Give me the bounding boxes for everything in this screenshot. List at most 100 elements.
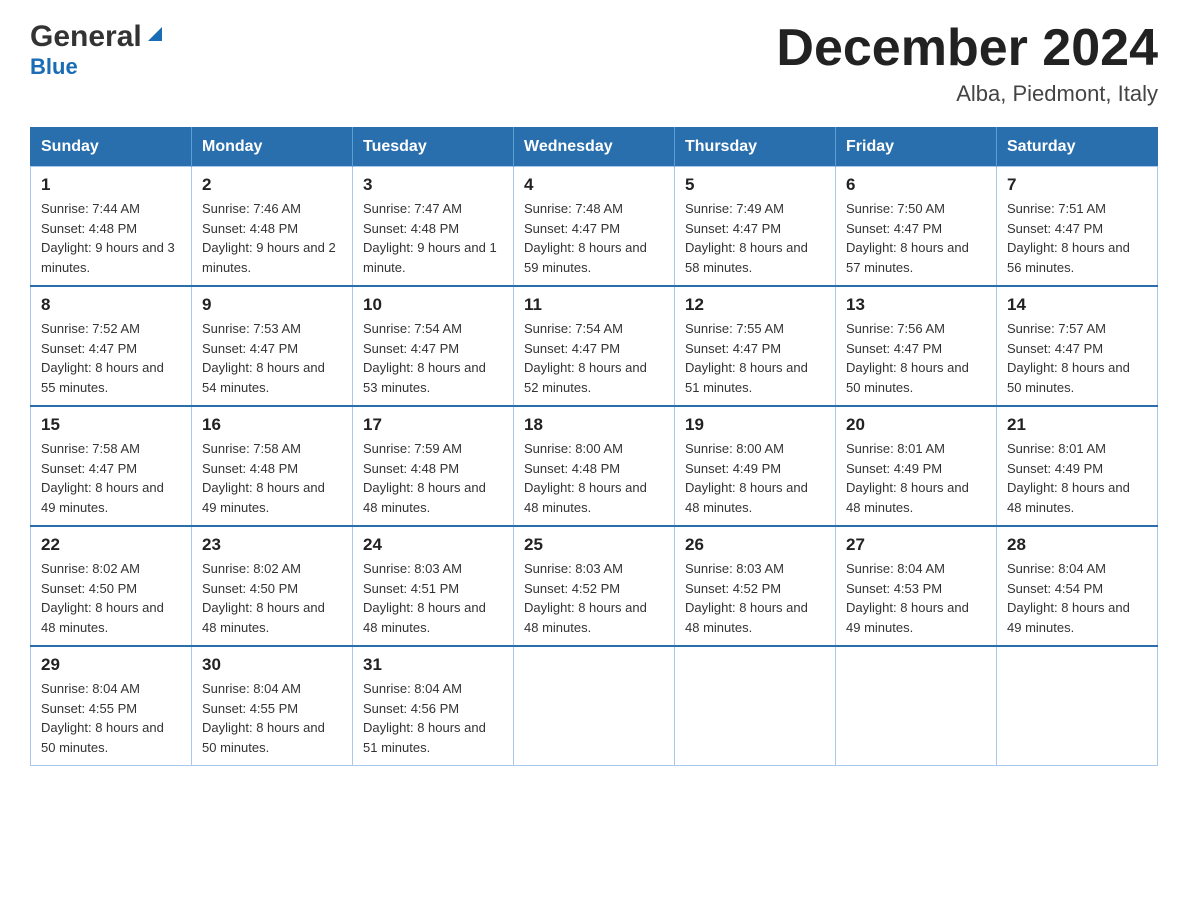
day-number: 28 (1007, 535, 1147, 555)
day-number: 3 (363, 175, 503, 195)
day-info: Sunrise: 7:57 AMSunset: 4:47 PMDaylight:… (1007, 319, 1147, 397)
calendar-day-25: 25 Sunrise: 8:03 AMSunset: 4:52 PMDayligh… (514, 526, 675, 646)
header-day-wednesday: Wednesday (514, 128, 675, 167)
day-number: 6 (846, 175, 986, 195)
calendar-day-31: 31Sunrise: 8:04 AMSunset: 4:56 PMDayligh… (353, 646, 514, 766)
calendar-day-21: 21Sunrise: 8:01 AMSunset: 4:49 PMDayligh… (997, 406, 1158, 526)
calendar-week-2: 8 Sunrise: 7:52 AMSunset: 4:47 PMDaylight… (31, 286, 1158, 406)
logo-blue-text: Blue (30, 54, 78, 80)
empty-day (514, 646, 675, 766)
calendar-day-19: 19Sunrise: 8:00 AMSunset: 4:49 PMDayligh… (675, 406, 836, 526)
empty-day (836, 646, 997, 766)
day-number: 16 (202, 415, 342, 435)
logo-general-text: General (30, 20, 142, 54)
day-number: 2 (202, 175, 342, 195)
day-info: Sunrise: 8:02 AMSunset: 4:50 PMDaylight:… (41, 559, 181, 637)
day-number: 22 (41, 535, 181, 555)
day-info: Sunrise: 7:46 AMSunset: 4:48 PMDaylight:… (202, 199, 342, 277)
day-info: Sunrise: 7:56 AMSunset: 4:47 PMDaylight:… (846, 319, 986, 397)
day-info: Sunrise: 7:49 AMSunset: 4:47 PMDaylight:… (685, 199, 825, 277)
day-number: 7 (1007, 175, 1147, 195)
header-day-sunday: Sunday (31, 128, 192, 167)
day-number: 11 (524, 295, 664, 315)
day-info: Sunrise: 8:04 AMSunset: 4:55 PMDaylight:… (202, 679, 342, 757)
day-number: 8 (41, 295, 181, 315)
calendar-day-22: 22 Sunrise: 8:02 AMSunset: 4:50 PMDayligh… (31, 526, 192, 646)
day-info: Sunrise: 7:44 AMSunset: 4:48 PMDaylight:… (41, 199, 181, 277)
calendar-day-12: 12Sunrise: 7:55 AMSunset: 4:47 PMDayligh… (675, 286, 836, 406)
day-number: 15 (41, 415, 181, 435)
calendar-day-28: 28 Sunrise: 8:04 AMSunset: 4:54 PMDayligh… (997, 526, 1158, 646)
page-header: General Blue December 2024 Alba, Piedmon… (30, 20, 1158, 107)
day-info: Sunrise: 8:01 AMSunset: 4:49 PMDaylight:… (846, 439, 986, 517)
logo-triangle-icon (144, 23, 166, 45)
calendar-body: 1 Sunrise: 7:44 AMSunset: 4:48 PMDaylight… (31, 167, 1158, 766)
calendar-day-5: 5Sunrise: 7:49 AMSunset: 4:47 PMDaylight… (675, 167, 836, 287)
calendar-day-13: 13 Sunrise: 7:56 AMSunset: 4:47 PMDayligh… (836, 286, 997, 406)
month-title: December 2024 (776, 20, 1158, 77)
day-info: Sunrise: 8:04 AMSunset: 4:55 PMDaylight:… (41, 679, 181, 757)
header-day-saturday: Saturday (997, 128, 1158, 167)
header-day-friday: Friday (836, 128, 997, 167)
day-info: Sunrise: 8:03 AMSunset: 4:51 PMDaylight:… (363, 559, 503, 637)
calendar-day-1: 1 Sunrise: 7:44 AMSunset: 4:48 PMDaylight… (31, 167, 192, 287)
calendar-day-15: 15 Sunrise: 7:58 AMSunset: 4:47 PMDayligh… (31, 406, 192, 526)
calendar-day-3: 3 Sunrise: 7:47 AMSunset: 4:48 PMDaylight… (353, 167, 514, 287)
day-number: 17 (363, 415, 503, 435)
location-subtitle: Alba, Piedmont, Italy (776, 81, 1158, 107)
calendar-week-5: 29Sunrise: 8:04 AMSunset: 4:55 PMDayligh… (31, 646, 1158, 766)
calendar-day-11: 11 Sunrise: 7:54 AMSunset: 4:47 PMDayligh… (514, 286, 675, 406)
calendar-day-20: 20 Sunrise: 8:01 AMSunset: 4:49 PMDayligh… (836, 406, 997, 526)
day-number: 25 (524, 535, 664, 555)
day-number: 18 (524, 415, 664, 435)
day-number: 4 (524, 175, 664, 195)
calendar-day-6: 6 Sunrise: 7:50 AMSunset: 4:47 PMDaylight… (836, 167, 997, 287)
header-day-tuesday: Tuesday (353, 128, 514, 167)
calendar-table: SundayMondayTuesdayWednesdayThursdayFrid… (30, 127, 1158, 766)
day-info: Sunrise: 7:50 AMSunset: 4:47 PMDaylight:… (846, 199, 986, 277)
day-info: Sunrise: 8:04 AMSunset: 4:54 PMDaylight:… (1007, 559, 1147, 637)
day-number: 9 (202, 295, 342, 315)
day-number: 12 (685, 295, 825, 315)
day-info: Sunrise: 7:51 AMSunset: 4:47 PMDaylight:… (1007, 199, 1147, 277)
calendar-day-23: 23Sunrise: 8:02 AMSunset: 4:50 PMDayligh… (192, 526, 353, 646)
day-number: 20 (846, 415, 986, 435)
calendar-day-17: 17Sunrise: 7:59 AMSunset: 4:48 PMDayligh… (353, 406, 514, 526)
header-day-thursday: Thursday (675, 128, 836, 167)
day-number: 13 (846, 295, 986, 315)
calendar-day-16: 16 Sunrise: 7:58 AMSunset: 4:48 PMDayligh… (192, 406, 353, 526)
calendar-day-14: 14 Sunrise: 7:57 AMSunset: 4:47 PMDayligh… (997, 286, 1158, 406)
day-info: Sunrise: 7:58 AMSunset: 4:48 PMDaylight:… (202, 439, 342, 517)
calendar-day-10: 10Sunrise: 7:54 AMSunset: 4:47 PMDayligh… (353, 286, 514, 406)
day-info: Sunrise: 7:54 AMSunset: 4:47 PMDaylight:… (524, 319, 664, 397)
calendar-week-4: 22 Sunrise: 8:02 AMSunset: 4:50 PMDayligh… (31, 526, 1158, 646)
day-info: Sunrise: 8:03 AMSunset: 4:52 PMDaylight:… (524, 559, 664, 637)
calendar-day-7: 7 Sunrise: 7:51 AMSunset: 4:47 PMDaylight… (997, 167, 1158, 287)
day-number: 1 (41, 175, 181, 195)
day-number: 27 (846, 535, 986, 555)
day-info: Sunrise: 8:04 AMSunset: 4:53 PMDaylight:… (846, 559, 986, 637)
calendar-day-26: 26Sunrise: 8:03 AMSunset: 4:52 PMDayligh… (675, 526, 836, 646)
day-number: 14 (1007, 295, 1147, 315)
day-info: Sunrise: 8:00 AMSunset: 4:49 PMDaylight:… (685, 439, 825, 517)
day-info: Sunrise: 7:58 AMSunset: 4:47 PMDaylight:… (41, 439, 181, 517)
calendar-header: SundayMondayTuesdayWednesdayThursdayFrid… (31, 128, 1158, 167)
empty-day (675, 646, 836, 766)
calendar-week-1: 1 Sunrise: 7:44 AMSunset: 4:48 PMDaylight… (31, 167, 1158, 287)
title-section: December 2024 Alba, Piedmont, Italy (776, 20, 1158, 107)
day-number: 24 (363, 535, 503, 555)
calendar-day-4: 4Sunrise: 7:48 AMSunset: 4:47 PMDaylight… (514, 167, 675, 287)
header-day-monday: Monday (192, 128, 353, 167)
logo: General Blue (30, 20, 166, 80)
header-row: SundayMondayTuesdayWednesdayThursdayFrid… (31, 128, 1158, 167)
calendar-day-29: 29Sunrise: 8:04 AMSunset: 4:55 PMDayligh… (31, 646, 192, 766)
day-info: Sunrise: 7:53 AMSunset: 4:47 PMDaylight:… (202, 319, 342, 397)
day-info: Sunrise: 7:47 AMSunset: 4:48 PMDaylight:… (363, 199, 503, 277)
day-number: 21 (1007, 415, 1147, 435)
day-info: Sunrise: 7:52 AMSunset: 4:47 PMDaylight:… (41, 319, 181, 397)
calendar-day-30: 30Sunrise: 8:04 AMSunset: 4:55 PMDayligh… (192, 646, 353, 766)
calendar-day-2: 2 Sunrise: 7:46 AMSunset: 4:48 PMDaylight… (192, 167, 353, 287)
calendar-day-27: 27 Sunrise: 8:04 AMSunset: 4:53 PMDayligh… (836, 526, 997, 646)
calendar-week-3: 15 Sunrise: 7:58 AMSunset: 4:47 PMDayligh… (31, 406, 1158, 526)
day-number: 31 (363, 655, 503, 675)
